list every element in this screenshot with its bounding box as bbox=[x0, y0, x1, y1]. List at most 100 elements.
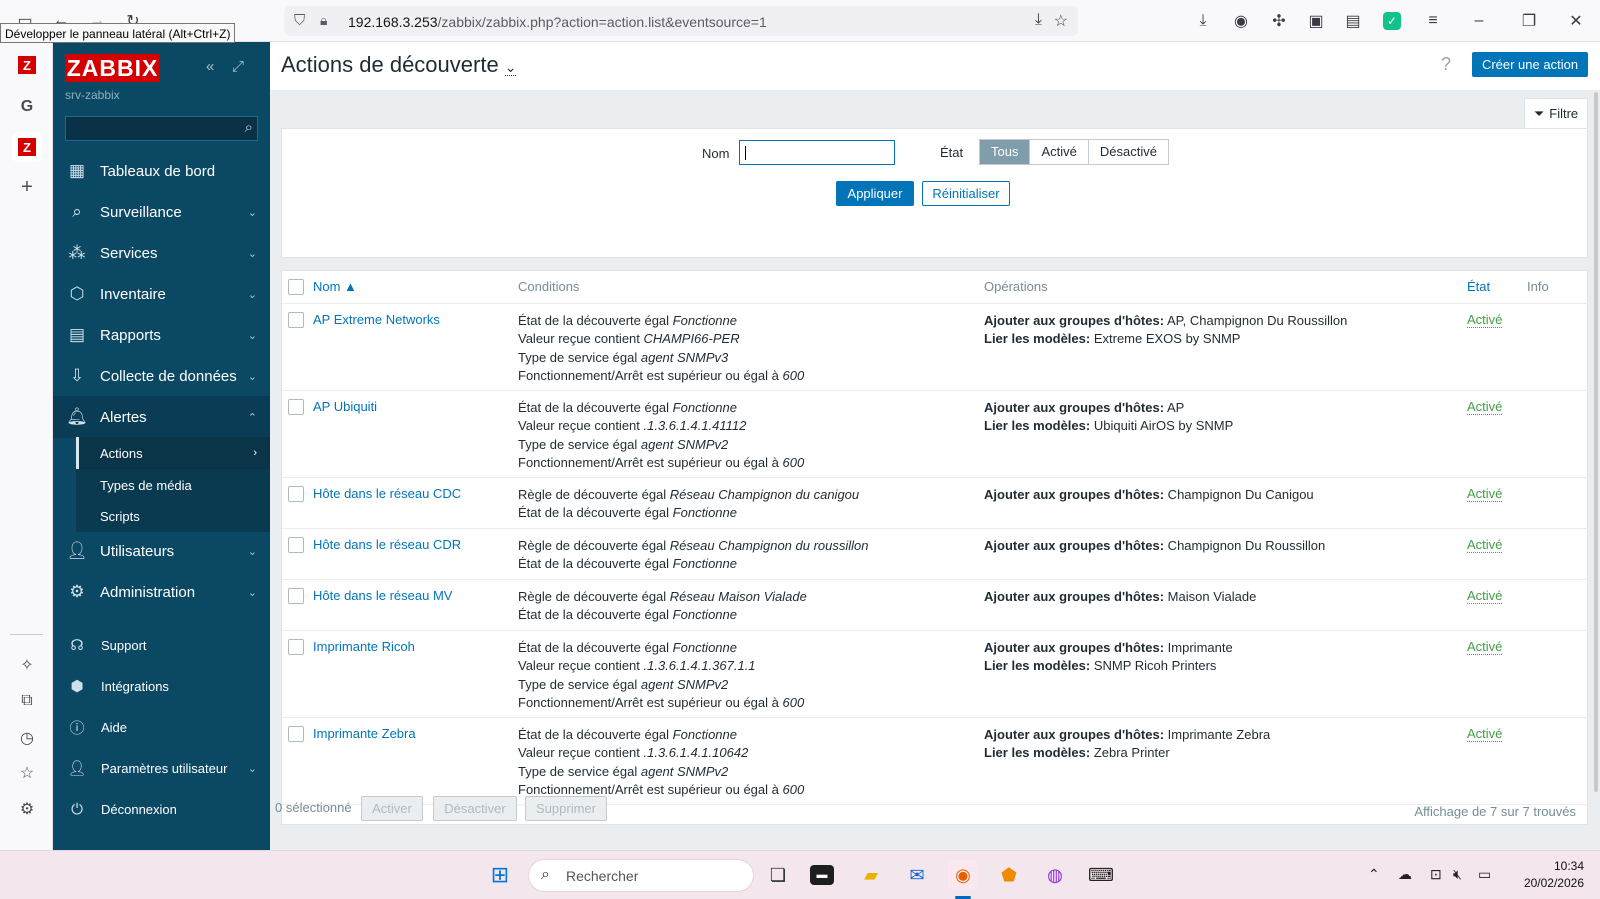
zabbix-tab-icon[interactable]: Z bbox=[18, 56, 36, 74]
volume-muted-icon[interactable]: 🔇︎ bbox=[1453, 866, 1462, 883]
action-name-link[interactable]: Imprimante Zebra bbox=[313, 726, 416, 741]
zabbix-logo[interactable]: ZABBIX bbox=[65, 54, 160, 82]
console-app-icon[interactable]: ⌨ bbox=[1086, 860, 1116, 890]
action-name-link[interactable]: Hôte dans le réseau CDC bbox=[313, 486, 461, 501]
scrollbar[interactable] bbox=[1590, 90, 1600, 850]
kiosk-mode-icon[interactable]: ⤢ bbox=[232, 58, 244, 75]
collapse-sidebar-icon[interactable]: « bbox=[206, 58, 214, 75]
task-view-icon[interactable]: ❏ bbox=[763, 860, 793, 890]
nav-logout[interactable]: ⏻ Déconnexion bbox=[53, 789, 270, 829]
nav-administration[interactable]: ⚙ Administration ⌄ bbox=[53, 571, 270, 613]
history-icon[interactable]: ◷ bbox=[16, 727, 38, 749]
filter-tab[interactable]: ⏷ Filtre bbox=[1524, 98, 1588, 128]
nav-reports[interactable]: ▤ Rapports ⌄ bbox=[53, 314, 270, 356]
nav-inventory[interactable]: ⬡ Inventaire ⌄ bbox=[53, 273, 270, 315]
scrollbar-thumb[interactable] bbox=[1594, 92, 1598, 792]
state-option-enabled[interactable]: Activé bbox=[1030, 140, 1089, 164]
nav-user-settings[interactable]: 👤︎ Paramètres utilisateur ⌄ bbox=[53, 748, 270, 788]
row-checkbox[interactable] bbox=[288, 537, 304, 553]
tray-chevron-up-icon[interactable]: ⌃ bbox=[1368, 866, 1380, 883]
status-toggle-link[interactable]: Activé bbox=[1467, 537, 1503, 553]
apply-button[interactable]: Appliquer bbox=[836, 181, 914, 206]
action-name-link[interactable]: Hôte dans le réseau MV bbox=[313, 588, 452, 603]
row-checkbox[interactable] bbox=[288, 486, 304, 502]
shield-icon[interactable]: ⛉ bbox=[294, 12, 305, 29]
google-icon[interactable]: G bbox=[16, 96, 38, 118]
enable-button[interactable]: Activer bbox=[361, 796, 423, 821]
clock[interactable]: 10:34 20/02/2026 bbox=[1504, 858, 1584, 892]
state-option-disabled[interactable]: Désactivé bbox=[1088, 140, 1168, 164]
nav-monitoring[interactable]: ⌕ Surveillance ⌄ bbox=[53, 191, 270, 233]
row-checkbox[interactable] bbox=[288, 639, 304, 655]
column-header-state[interactable]: État bbox=[1467, 271, 1490, 303]
nav-support[interactable]: ☊ Support bbox=[53, 625, 270, 665]
bookmark-star-icon[interactable]: ☆ bbox=[1054, 11, 1068, 31]
nav-alerts[interactable]: 🔔︎ Alertes ⌃ bbox=[53, 396, 270, 438]
create-action-button[interactable]: Créer une action bbox=[1472, 52, 1588, 77]
sharing-app-icon[interactable]: ⬟ bbox=[994, 860, 1024, 890]
delete-button[interactable]: Supprimer bbox=[525, 796, 607, 821]
column-header-name[interactable]: Nom ▲ bbox=[313, 271, 357, 303]
bookmarks-star-icon[interactable]: ☆ bbox=[16, 762, 38, 784]
vpn-app-icon[interactable]: ◍ bbox=[1040, 860, 1070, 890]
disable-button[interactable]: Désactiver bbox=[433, 796, 517, 821]
status-toggle-link[interactable]: Activé bbox=[1467, 639, 1503, 655]
state-option-all[interactable]: Tous bbox=[980, 140, 1031, 164]
sub-nav-actions[interactable]: Actions › bbox=[76, 437, 270, 469]
menu-icon[interactable]: ≡ bbox=[1422, 10, 1444, 32]
status-toggle-link[interactable]: Activé bbox=[1467, 312, 1503, 328]
onedrive-off-icon[interactable]: ☁ bbox=[1398, 866, 1412, 883]
action-name-link[interactable]: Hôte dans le réseau CDR bbox=[313, 537, 461, 552]
status-toggle-link[interactable]: Activé bbox=[1467, 399, 1503, 415]
outlook-icon[interactable]: ✉ bbox=[902, 860, 932, 890]
nav-users[interactable]: 👤︎ Utilisateurs ⌄ bbox=[53, 530, 270, 572]
status-toggle-link[interactable]: Activé bbox=[1467, 588, 1503, 604]
settings-icon[interactable]: ⚙ bbox=[16, 798, 38, 820]
minimize-icon[interactable]: – bbox=[1468, 10, 1490, 32]
nav-data-collection[interactable]: ⇩ Collecte de données ⌄ bbox=[53, 355, 270, 397]
downloads-icon[interactable]: ⤓ bbox=[1192, 10, 1214, 32]
reset-button[interactable]: Réinitialiser bbox=[922, 181, 1010, 206]
action-name-link[interactable]: Imprimante Ricoh bbox=[313, 639, 415, 654]
extensions-icon[interactable]: ✣ bbox=[1268, 10, 1290, 32]
row-checkbox[interactable] bbox=[288, 399, 304, 415]
page-title[interactable]: Actions de découverte ⌄ bbox=[281, 52, 517, 78]
sub-nav-scripts[interactable]: Scripts bbox=[76, 500, 270, 532]
search-icon[interactable]: ⌕ bbox=[245, 119, 253, 136]
account-icon[interactable]: ◉ bbox=[1230, 10, 1252, 32]
file-explorer-icon[interactable]: ▰ bbox=[856, 860, 886, 890]
network-icon[interactable]: ⊡ bbox=[1430, 866, 1442, 883]
restore-icon[interactable]: ❐ bbox=[1518, 10, 1540, 32]
windows-start-icon[interactable]: ⊞ bbox=[485, 860, 515, 890]
url-text[interactable]: 192.168.3.253/zabbix/zabbix.php?action=a… bbox=[348, 14, 767, 30]
nav-services[interactable]: ⁂ Services ⌄ bbox=[53, 232, 270, 274]
sidebar-search-input[interactable]: ⌕ bbox=[65, 116, 258, 141]
nav-dashboards[interactable]: ▦ Tableaux de bord bbox=[53, 150, 270, 192]
zabbix-pinned-icon[interactable]: Z bbox=[12, 132, 42, 162]
container-icon[interactable]: ▣ bbox=[1305, 10, 1327, 32]
lock-icon[interactable]: 🔒︎ bbox=[320, 12, 327, 29]
extension-app-icon[interactable]: ✓ bbox=[1383, 12, 1401, 30]
firefox-icon[interactable]: ◉ bbox=[948, 860, 978, 890]
sidebar-view-icon[interactable]: ▤ bbox=[1342, 10, 1364, 32]
row-checkbox[interactable] bbox=[288, 588, 304, 604]
url-bar[interactable]: ⛉ 🔒︎ 192.168.3.253/zabbix/zabbix.php?act… bbox=[284, 6, 1078, 36]
status-toggle-link[interactable]: Activé bbox=[1467, 486, 1503, 502]
install-app-icon[interactable]: ⤓ bbox=[1035, 11, 1042, 29]
battery-icon[interactable]: ▭ bbox=[1478, 866, 1491, 883]
add-icon[interactable]: + bbox=[16, 176, 38, 198]
action-name-link[interactable]: AP Extreme Networks bbox=[313, 312, 440, 327]
row-checkbox[interactable] bbox=[288, 726, 304, 742]
sub-nav-media-types[interactable]: Types de média bbox=[76, 469, 270, 501]
row-checkbox[interactable] bbox=[288, 312, 304, 328]
action-name-link[interactable]: AP Ubiquiti bbox=[313, 399, 377, 414]
close-icon[interactable]: ✕ bbox=[1565, 10, 1587, 32]
chevron-down-icon[interactable]: ⌄ bbox=[504, 59, 517, 76]
nav-help[interactable]: ⓘ Aide bbox=[53, 707, 270, 747]
name-filter-input[interactable] bbox=[739, 140, 895, 165]
status-toggle-link[interactable]: Activé bbox=[1467, 726, 1503, 742]
nav-integrations[interactable]: ⬢ Intégrations bbox=[53, 666, 270, 706]
tabs-icon[interactable]: ⧉ bbox=[16, 690, 38, 712]
ai-sparkle-icon[interactable]: ✧ bbox=[16, 654, 38, 676]
taskbar-search[interactable]: ⌕ Rechercher bbox=[528, 859, 754, 892]
